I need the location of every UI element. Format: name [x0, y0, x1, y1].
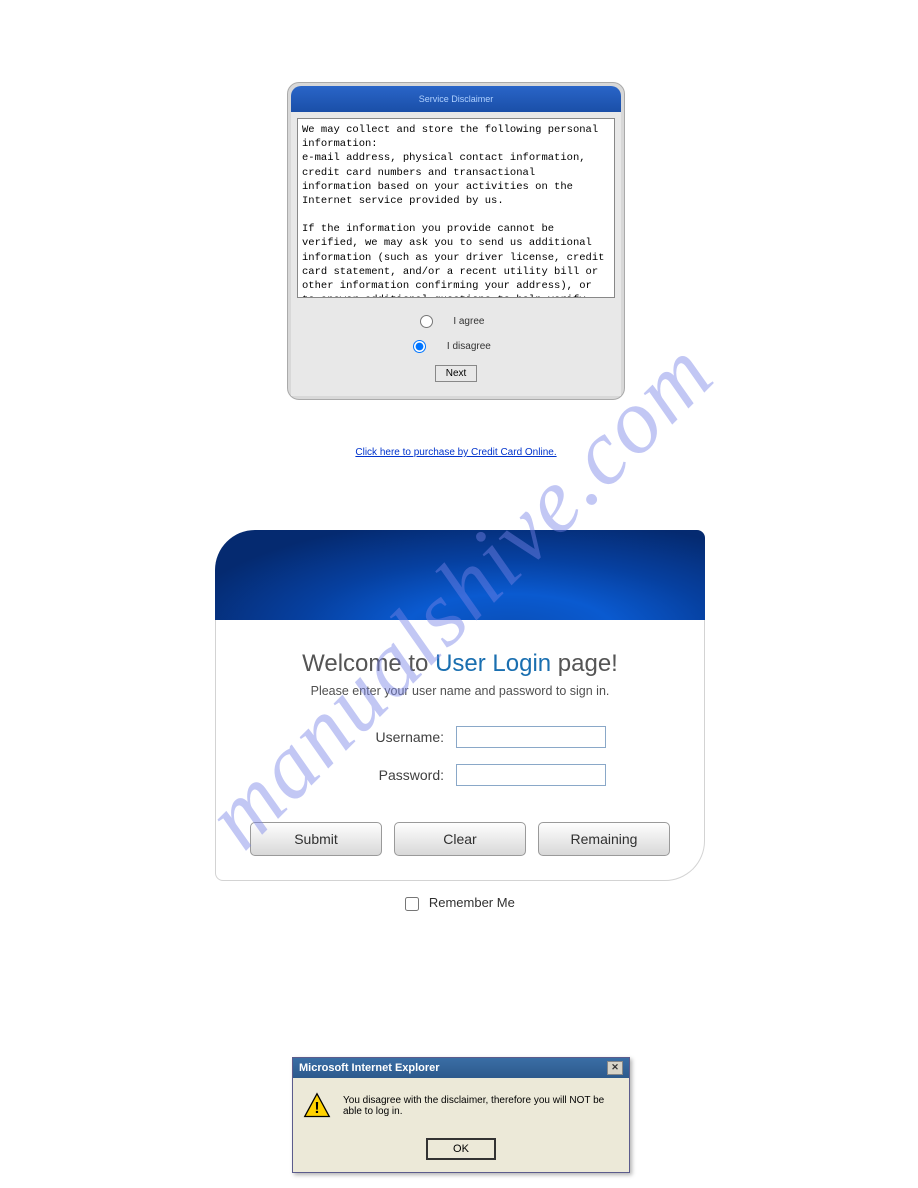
login-body: Welcome to User Login page! Please enter…: [215, 620, 705, 881]
username-row: Username:: [236, 726, 684, 748]
username-input[interactable]: [456, 726, 606, 748]
title-suffix: page!: [551, 650, 618, 677]
ie-title-text: Microsoft Internet Explorer: [299, 1062, 440, 1074]
login-banner: [215, 530, 705, 620]
ie-dialog: Microsoft Internet Explorer ✕ ! You disa…: [292, 1057, 630, 1173]
login-title: Welcome to User Login page!: [236, 650, 684, 678]
agree-radio[interactable]: [420, 315, 433, 328]
remember-checkbox[interactable]: [405, 897, 419, 911]
button-row: Submit Clear Remaining: [236, 822, 684, 856]
disclaimer-body: I agree I disagree Next: [291, 112, 621, 396]
ok-button[interactable]: OK: [426, 1138, 496, 1160]
disagree-radio[interactable]: [413, 340, 426, 353]
disagree-row: I disagree: [297, 340, 615, 353]
svg-text:!: !: [314, 1100, 319, 1117]
agree-row: I agree: [297, 315, 615, 328]
purchase-link[interactable]: Click here to purchase by Credit Card On…: [287, 447, 625, 458]
disclaimer-textarea[interactable]: [297, 118, 615, 298]
remaining-button[interactable]: Remaining: [538, 822, 670, 856]
ie-titlebar: Microsoft Internet Explorer ✕: [293, 1058, 629, 1078]
clear-button[interactable]: Clear: [394, 822, 526, 856]
title-highlight: User Login: [435, 650, 551, 677]
remember-row: Remember Me: [215, 895, 705, 911]
next-button[interactable]: Next: [435, 365, 478, 382]
disagree-label: I disagree: [447, 341, 491, 352]
disclaimer-title: Service Disclaimer: [291, 86, 621, 112]
title-prefix: Welcome to: [302, 650, 435, 677]
password-input[interactable]: [456, 764, 606, 786]
warning-icon: !: [303, 1092, 331, 1120]
username-label: Username:: [314, 729, 444, 745]
agree-label: I agree: [453, 316, 484, 327]
login-panel: Welcome to User Login page! Please enter…: [215, 530, 705, 911]
disclaimer-panel: Service Disclaimer I agree I disagree Ne…: [287, 82, 625, 400]
password-row: Password:: [236, 764, 684, 786]
submit-button[interactable]: Submit: [250, 822, 382, 856]
password-label: Password:: [314, 767, 444, 783]
ie-body: ! You disagree with the disclaimer, ther…: [293, 1078, 629, 1128]
remember-label: Remember Me: [429, 895, 515, 910]
login-subtitle: Please enter your user name and password…: [236, 684, 684, 698]
ie-message: You disagree with the disclaimer, theref…: [343, 1095, 619, 1117]
close-icon[interactable]: ✕: [607, 1061, 623, 1075]
